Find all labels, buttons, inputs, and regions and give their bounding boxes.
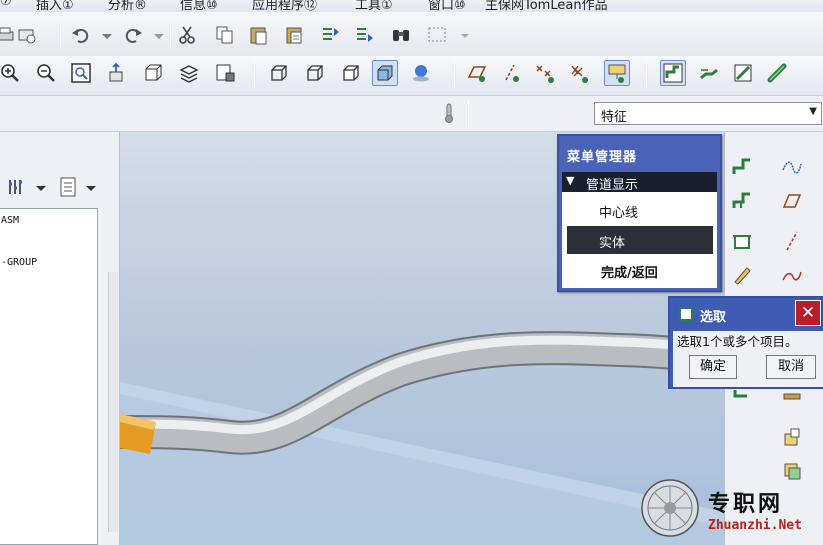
panel-splitter[interactable] xyxy=(108,272,118,532)
hidden-line-icon[interactable] xyxy=(302,60,328,86)
tree-node-group[interactable]: -GROUP xyxy=(1,257,37,268)
watermark-url: Zhuanzhi.Net xyxy=(708,518,802,533)
piping-edit-icon[interactable] xyxy=(730,60,756,86)
watermark-name: 专职网 xyxy=(708,491,784,517)
piping-route-icon[interactable] xyxy=(660,60,686,86)
watermark: 专职网 Zhuanzhi.Net xyxy=(640,478,823,545)
close-icon[interactable]: ✕ xyxy=(795,300,821,326)
zoom-in-icon[interactable] xyxy=(0,60,22,86)
menu-item-label: 中心线 xyxy=(599,206,639,221)
section-label: 管道显示 xyxy=(586,178,639,193)
menu-item-tools[interactable]: 工具① xyxy=(355,0,393,12)
tree-node-assembly[interactable]: ASM xyxy=(1,215,19,226)
menu-item-label: 完成/返回 xyxy=(601,266,658,281)
undo-dropdown-icon[interactable] xyxy=(94,22,120,48)
saved-views-icon[interactable] xyxy=(140,60,166,86)
datum-point-display-icon[interactable] xyxy=(532,60,558,86)
show-dropdown-icon[interactable] xyxy=(78,174,104,200)
coordinate-system-display-icon[interactable] xyxy=(566,60,592,86)
piping-insert-icon[interactable] xyxy=(696,60,722,86)
find-icon[interactable] xyxy=(388,22,414,48)
dialog-window-icon xyxy=(679,307,693,321)
datum-plane-icon[interactable] xyxy=(777,186,807,216)
cut-icon[interactable] xyxy=(174,22,200,48)
ok-button[interactable]: 确定 xyxy=(689,355,737,379)
datum-axis-display-icon[interactable] xyxy=(498,60,524,86)
print-preview-icon[interactable] xyxy=(14,22,40,48)
select-dropdown-icon[interactable] xyxy=(452,22,478,48)
menu-item-analysis[interactable]: 分析® xyxy=(108,0,147,12)
spline-icon[interactable] xyxy=(777,260,807,290)
menu-item-centerline[interactable]: 中心线 xyxy=(567,196,713,224)
refit-icon[interactable] xyxy=(68,60,94,86)
regenerate-manager-icon[interactable] xyxy=(352,22,378,48)
copy-icon[interactable] xyxy=(212,22,238,48)
view-manager-icon[interactable] xyxy=(212,60,238,86)
wireframe-icon[interactable] xyxy=(266,60,292,86)
shading-icon[interactable] xyxy=(372,60,398,86)
view-toolbar xyxy=(0,56,823,96)
menu-manager-body: ▼ 管道显示 中心线 实体 完成/返回 xyxy=(562,172,717,288)
sketch-icon[interactable] xyxy=(727,260,757,290)
menu-item-file[interactable]: ⑦ xyxy=(0,0,12,9)
redo-icon[interactable] xyxy=(120,22,146,48)
menu-item-done-return[interactable]: 完成/返回 xyxy=(567,256,713,284)
pipe-route-icon[interactable] xyxy=(727,152,757,182)
paste-special-icon[interactable] xyxy=(282,22,308,48)
model-tree-panel: ASM -GROUP xyxy=(0,132,120,545)
undo-icon[interactable] xyxy=(68,22,94,48)
menu-bar: ⑦ 插入① 分析® 信息⑩ 应用程序⑫ 工具① 窗口⑩ 主保网TomLean作品 xyxy=(0,0,823,12)
main-toolbar xyxy=(0,12,823,58)
enhanced-realism-icon[interactable] xyxy=(408,60,434,86)
status-filter-bar: 特征 ▼ xyxy=(0,96,823,132)
dialog-title: 选取 xyxy=(700,310,727,325)
piping-pipe-icon[interactable] xyxy=(764,60,790,86)
chevron-down-icon: ▼ xyxy=(809,106,817,117)
pipe-fitting-icon[interactable] xyxy=(727,226,757,256)
annotation-display-icon[interactable] xyxy=(604,60,630,86)
tree-settings-dropdown-icon[interactable] xyxy=(28,174,54,200)
paste-icon[interactable] xyxy=(246,22,272,48)
curve-icon[interactable] xyxy=(777,152,807,182)
view-icon[interactable] xyxy=(777,422,807,452)
layers-icon[interactable] xyxy=(176,60,202,86)
tree-settings-icon[interactable] xyxy=(4,174,30,200)
filter-value: 特征 xyxy=(601,110,628,125)
pipe-branch-icon[interactable] xyxy=(727,186,757,216)
menu-item-solid[interactable]: 实体 xyxy=(567,226,713,254)
dialog-body: 选取1个或多个项目。 确定 取消 xyxy=(673,331,823,387)
select-dialog: 选取 ✕ 选取1个或多个项目。 确定 取消 xyxy=(668,296,823,389)
datum-axis-icon[interactable] xyxy=(777,226,807,256)
menu-item-insert[interactable]: 插入① xyxy=(36,0,74,12)
selection-filter-dropdown[interactable]: 特征 ▼ xyxy=(594,102,822,125)
thermometer-icon xyxy=(436,100,462,126)
datum-plane-display-icon[interactable] xyxy=(464,60,490,86)
collapse-triangle-icon: ▼ xyxy=(566,174,575,187)
regenerate-icon[interactable] xyxy=(318,22,344,48)
menu-item-applications[interactable]: 应用程序⑫ xyxy=(252,0,317,12)
model-tree: ASM -GROUP xyxy=(0,208,98,545)
menu-item-author: 主保网TomLean作品 xyxy=(485,0,608,12)
menu-manager: 菜单管理器 ▼ 管道显示 中心线 实体 完成/返回 xyxy=(557,134,722,292)
select-box-icon[interactable] xyxy=(424,22,450,48)
reorient-icon[interactable] xyxy=(104,60,130,86)
pipe-display-section[interactable]: ▼ 管道显示 xyxy=(562,172,717,193)
menu-item-info[interactable]: 信息⑩ xyxy=(180,0,218,12)
redo-dropdown-icon[interactable] xyxy=(146,22,172,48)
menu-item-window[interactable]: 窗口⑩ xyxy=(428,0,466,12)
menu-item-label: 实体 xyxy=(599,236,626,251)
zoom-out-icon[interactable] xyxy=(32,60,58,86)
no-hidden-icon[interactable] xyxy=(338,60,364,86)
menu-manager-title: 菜单管理器 xyxy=(567,150,638,165)
cancel-button[interactable]: 取消 xyxy=(766,355,816,379)
dialog-message: 选取1个或多个项目。 xyxy=(677,334,798,349)
